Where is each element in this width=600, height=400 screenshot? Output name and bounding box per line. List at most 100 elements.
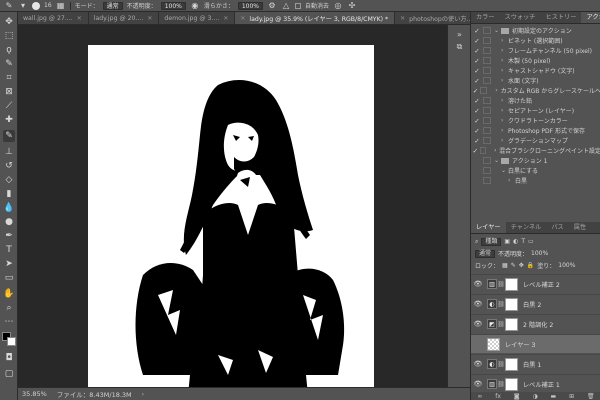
dialog-toggle-box[interactable] (483, 37, 491, 45)
new-adjustment-icon[interactable]: ◑ (532, 393, 537, 400)
lock-image-icon[interactable]: ✎ (511, 262, 516, 269)
action-row[interactable]: ✓ › フレームチャンネル (50 pixel) (471, 46, 600, 56)
chevron-right-icon[interactable]: › (501, 127, 508, 134)
action-enabled-check-icon[interactable]: ✓ (471, 117, 483, 125)
chain-link-icon[interactable]: ⛓ (497, 361, 505, 368)
eyedropper-tool-icon[interactable]: ⟋ (3, 100, 15, 112)
dialog-toggle-box[interactable] (483, 167, 491, 175)
layer-name[interactable]: 2 階調化 2 (523, 320, 553, 329)
document-canvas[interactable] (88, 45, 374, 387)
action-enabled-check-icon[interactable]: ✓ (471, 97, 483, 105)
dialog-toggle-box[interactable] (483, 67, 491, 75)
chevron-right-icon[interactable]: › (501, 57, 508, 64)
lasso-tool-icon[interactable]: ϙ (3, 44, 15, 56)
action-row[interactable]: ✓ › 木製 (50 pixel) (471, 56, 600, 66)
action-row[interactable]: ✓ › グラデーションマップ (471, 136, 600, 146)
status-menu-arrow-icon[interactable]: › (142, 391, 144, 398)
action-row[interactable]: ✓ › 溶けた鉛 (471, 96, 600, 106)
tab-wall[interactable]: wall.jpg @ 27.... ✕ (18, 12, 89, 24)
tab-demon[interactable]: demon.jpg @ 3.... ✕ (159, 12, 236, 24)
filter-type-icon[interactable]: T (521, 238, 525, 245)
quick-select-tool-icon[interactable]: ✎ (3, 58, 15, 70)
dialog-toggle-box[interactable] (480, 87, 487, 95)
move-tool-icon[interactable]: ✥ (3, 16, 15, 28)
tab-color[interactable]: カラー (471, 12, 500, 23)
chevron-right-icon[interactable]: › (501, 37, 508, 44)
layer-row[interactable]: 👁 ▥ ⛓ レベル補正 1 (471, 374, 600, 393)
auto-erase-checkbox[interactable] (295, 2, 302, 9)
layer-name[interactable]: レイヤー 3 (505, 340, 535, 349)
layer-name[interactable]: 白黒 1 (523, 360, 541, 369)
frame-tool-icon[interactable]: ⊠ (3, 86, 15, 98)
chevron-right-icon[interactable]: › (508, 177, 515, 184)
tab-history[interactable]: ヒストリー (541, 12, 582, 23)
chain-link-icon[interactable]: ⛓ (497, 281, 505, 288)
levels-adjustment-icon[interactable]: ▥ (487, 379, 497, 389)
bw-adjustment-icon[interactable]: ◐ (487, 359, 497, 369)
dialog-toggle-box[interactable] (483, 77, 491, 85)
action-row[interactable]: ✓ › 混合ブラシクローニングペイント設定 (471, 146, 600, 156)
chevron-right-icon[interactable]: › (501, 117, 508, 124)
link-layers-icon[interactable]: ∞ (477, 393, 482, 400)
dodge-tool-icon[interactable]: ● (3, 216, 15, 228)
brush-tool-preset-icon[interactable]: ✎ (4, 1, 14, 10)
mode-select[interactable]: 通常 (102, 1, 123, 10)
crop-tool-icon[interactable]: ⌗ (3, 72, 15, 84)
levels-adjustment-icon[interactable]: ▥ (487, 279, 497, 289)
new-layer-icon[interactable]: ⊞ (569, 393, 574, 400)
layer-row[interactable]: 👁 ▥ ⛓ レベル補正 2 (471, 274, 600, 293)
chevron-right-icon[interactable]: › (501, 77, 508, 84)
close-icon[interactable]: ✕ (240, 15, 245, 22)
chevron-right-icon[interactable]: › (501, 137, 508, 144)
trash-icon[interactable]: 🗑 (587, 393, 595, 400)
background-color-swatch[interactable] (7, 337, 16, 346)
action-row[interactable]: ✓ › セピアトーン (レイヤー) (471, 106, 600, 116)
visibility-eye-icon[interactable]: 👁 (471, 320, 485, 328)
chevron-right-icon[interactable]: › (501, 107, 508, 114)
tab-channels[interactable]: チャンネル (506, 222, 547, 233)
tab-actions[interactable]: アクション (581, 12, 600, 23)
action-row[interactable]: ✓ › Photoshop PDF 形式で保存 (471, 126, 600, 136)
pressure-size-icon[interactable]: ◎ (333, 1, 343, 10)
screen-mode-icon[interactable]: ▢ (3, 368, 15, 380)
brush-preview-icon[interactable] (32, 1, 40, 10)
filter-adjustment-icon[interactable]: ◐ (513, 238, 518, 245)
action-enabled-check-icon[interactable]: ✓ (471, 57, 483, 65)
action-enabled-check-icon[interactable]: ✓ (471, 27, 483, 35)
dialog-toggle-box[interactable] (483, 137, 491, 145)
type-tool-icon[interactable]: T (3, 244, 15, 256)
clone-stamp-tool-icon[interactable]: ⊥ (3, 146, 15, 158)
action-enabled-check-icon[interactable]: ✓ (471, 77, 483, 85)
layer-mask-thumbnail[interactable] (505, 357, 518, 371)
history-brush-tool-icon[interactable]: ↺ (3, 160, 15, 172)
fx-icon[interactable]: fx (495, 393, 501, 400)
action-row[interactable]: ✓ ⌄ 初期設定のアクション (471, 26, 600, 36)
chevron-down-icon[interactable]: ▾ (18, 1, 28, 10)
dialog-toggle-box[interactable] (483, 177, 491, 185)
layer-thumbnail[interactable] (487, 337, 500, 351)
path-selection-tool-icon[interactable]: ➤ (3, 258, 15, 270)
opacity-field[interactable]: 100% (160, 1, 186, 10)
layer-mask-thumbnail[interactable] (505, 317, 518, 331)
action-row[interactable]: ⌄ 白黒にする (471, 166, 600, 176)
action-row[interactable]: ⌄ アクション 1 (471, 156, 600, 166)
filter-pixel-icon[interactable]: ▣ (504, 238, 510, 245)
symmetry-icon[interactable]: ✣ (347, 1, 357, 10)
layer-comps-icon[interactable]: ⧉ (454, 41, 465, 52)
close-icon[interactable]: ✕ (400, 15, 405, 22)
action-enabled-check-icon[interactable]: ✓ (471, 47, 483, 55)
angle-icon[interactable]: △ (281, 1, 291, 10)
close-icon[interactable]: ✕ (77, 15, 82, 22)
quick-mask-icon[interactable]: ◘ (3, 352, 15, 364)
pen-tool-icon[interactable]: ✒ (3, 230, 15, 242)
more-tools-icon[interactable]: ⋯ (3, 316, 15, 328)
layer-row[interactable]: レイヤー 3 (471, 334, 600, 353)
action-row[interactable]: ✓ › クワドラトーンカラー (471, 116, 600, 126)
tab-paths[interactable]: パス (546, 222, 568, 233)
layer-name[interactable]: レベル補正 2 (523, 280, 560, 289)
pressure-opacity-icon[interactable]: ◉ (190, 1, 200, 10)
tab-photoshop-guide[interactable]: ✕ photoshopの使い方... (395, 12, 470, 24)
tab-properties[interactable]: 属性 (569, 222, 591, 233)
dialog-toggle-box[interactable] (483, 57, 491, 65)
action-enabled-check-icon[interactable]: ✓ (471, 107, 483, 115)
